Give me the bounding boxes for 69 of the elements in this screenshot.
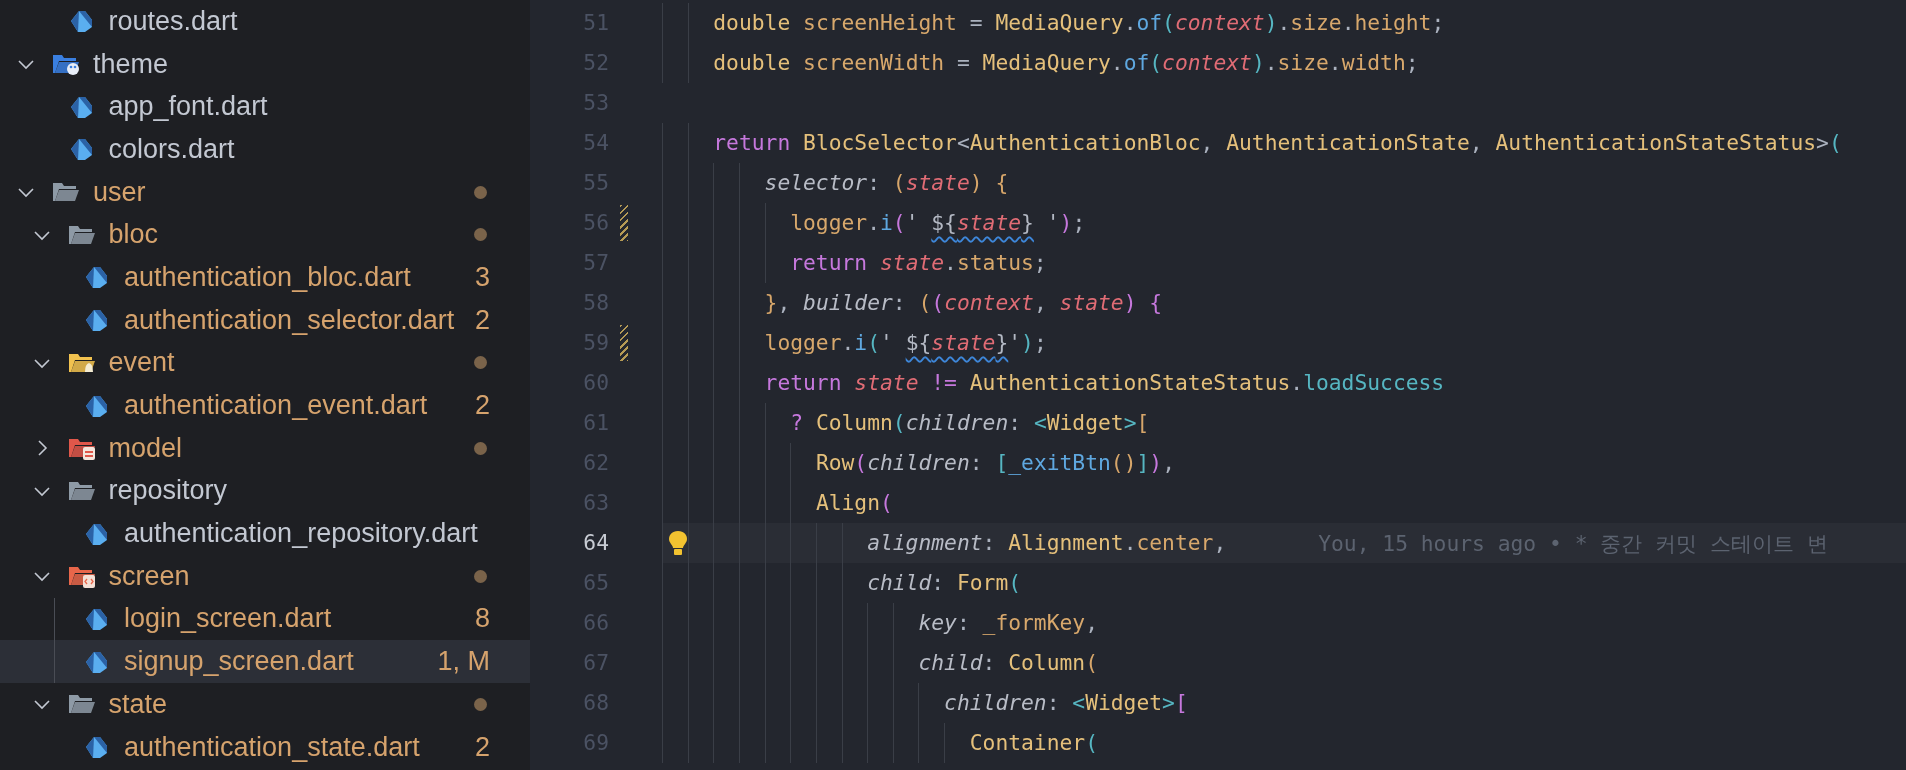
tree-item[interactable]: authentication_event.dart 2 xyxy=(0,384,530,427)
tree-item[interactable]: user xyxy=(0,170,530,214)
code-line: logger.i(' ${state}'); xyxy=(662,323,1047,363)
tree-item[interactable]: signup_screen.dart 1, M xyxy=(0,640,530,683)
modified-dot xyxy=(474,228,487,242)
modified-dot xyxy=(474,185,487,199)
code-line: double screenWidth = MediaQuery.of(context).size.width; xyxy=(662,43,1419,83)
code-line: Container( xyxy=(662,723,1098,763)
status-label: 2 xyxy=(474,304,490,336)
status-label: 2 xyxy=(474,390,490,422)
file-name: login_screen.dart xyxy=(124,603,333,635)
folder-name: event xyxy=(108,347,176,379)
tree-item[interactable]: bloc xyxy=(0,213,530,257)
folder-name: theme xyxy=(93,48,170,80)
lightbulb-icon[interactable] xyxy=(666,529,690,557)
code-line: return BlocSelector<AuthenticationBloc, AuthenticationState, AuthenticationStateStatus>( xyxy=(662,123,1842,163)
file-name: authentication_bloc.dart xyxy=(124,261,412,293)
file-name: authentication_state.dart xyxy=(124,731,421,763)
line-number: 64 xyxy=(582,529,609,557)
file-name: colors.dart xyxy=(108,133,236,165)
code-line: ? Column(children: <Widget>[ xyxy=(662,403,1150,443)
modified-dot xyxy=(474,356,487,370)
file-name: app_font.dart xyxy=(108,91,269,123)
blame-annotation: You, 15 hours ago • * 중간 커밋 스테이트 변 xyxy=(1318,529,1828,558)
file-name: authentication_selector.dart xyxy=(124,304,456,336)
tree-item[interactable]: state xyxy=(0,683,530,726)
file-name: signup_screen.dart xyxy=(124,646,355,678)
folder-name: state xyxy=(108,688,169,720)
file-icon xyxy=(83,307,109,334)
tree-item[interactable]: model xyxy=(0,426,530,470)
modified-dot xyxy=(474,697,487,711)
modified-dot xyxy=(474,569,487,583)
tree-item[interactable]: repository xyxy=(0,469,530,513)
code-line: logger.i(' ${state} '); xyxy=(662,203,1086,243)
folder-name: bloc xyxy=(108,219,160,251)
tree-item[interactable]: authentication_selector.dart 2 xyxy=(0,298,530,342)
folder-name: model xyxy=(108,432,184,464)
code-line: return state.status; xyxy=(662,243,1047,283)
code-line: selector: (state) { xyxy=(662,163,1009,203)
code-line: double screenHeight = MediaQuery.of(context).size.height; xyxy=(662,3,1445,43)
tree-item[interactable]: event xyxy=(0,341,530,385)
tree-item[interactable]: login_screen.dart 8 xyxy=(0,597,530,641)
folder-name: user xyxy=(93,176,147,208)
tree-item[interactable]: authentication_repository.dart xyxy=(0,512,530,555)
status-label: 2 xyxy=(474,731,490,763)
code-line: return state != AuthenticationStateStatus.loadSuccess xyxy=(662,363,1445,403)
file-icon xyxy=(83,264,109,291)
status-label: 1, M xyxy=(437,646,490,678)
code-line: child: Column( xyxy=(662,643,1098,683)
code-line: children: <Widget>[ xyxy=(662,683,1188,723)
tree-item[interactable]: screen xyxy=(0,554,530,598)
file-icon xyxy=(83,734,109,761)
tree-item[interactable]: theme xyxy=(0,42,530,86)
folder-name: screen xyxy=(108,560,191,592)
tree-item[interactable]: authentication_state.dart 2 xyxy=(0,725,530,769)
modified-dot xyxy=(474,441,487,455)
file-name: authentication_repository.dart xyxy=(124,518,479,550)
file-name: authentication_event.dart xyxy=(124,390,429,422)
file-name: routes.dart xyxy=(108,5,239,37)
code-line: alignment: Alignment.center, xyxy=(662,523,1227,563)
tree-item[interactable]: app_font.dart xyxy=(0,85,530,129)
tree-item[interactable]: authentication_bloc.dart 3 xyxy=(0,256,530,299)
folder-name: repository xyxy=(108,475,229,507)
status-label: 8 xyxy=(474,603,490,635)
tree-item[interactable]: routes.dart xyxy=(0,0,530,43)
status-label: 3 xyxy=(474,261,490,293)
code-line: }, builder: ((context, state) { xyxy=(662,283,1163,323)
tree-item[interactable]: colors.dart xyxy=(0,128,530,171)
code-line: Row(children: [_exitBtn()]), xyxy=(662,443,1175,483)
